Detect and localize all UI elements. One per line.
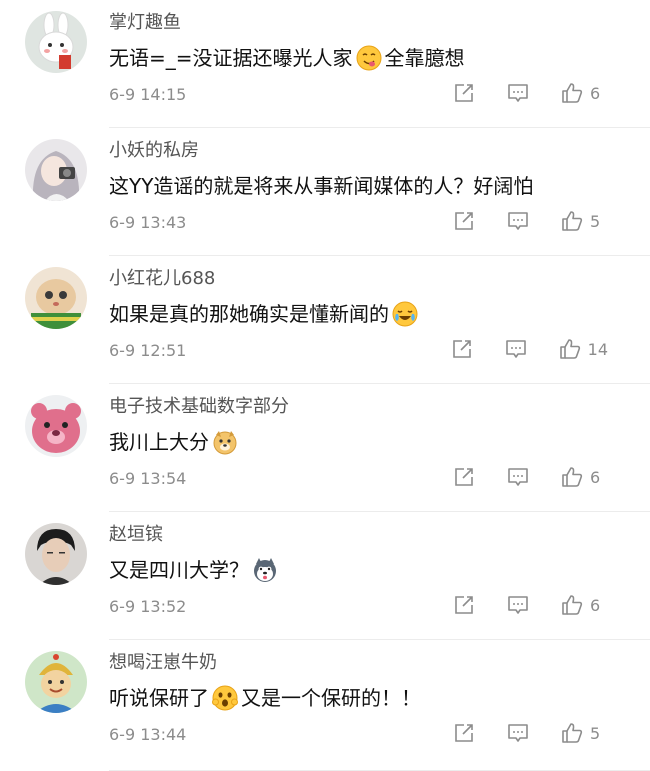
thumbs-up-icon	[562, 83, 583, 103]
commenter-name[interactable]: 小妖的私房	[109, 138, 199, 164]
reply-button[interactable]	[506, 209, 530, 233]
comment-actions: 5	[422, 721, 608, 745]
share-button[interactable]	[452, 81, 476, 105]
avatar[interactable]	[25, 139, 87, 201]
comment-item: 电子技术基础数字部分 我川上大分 6-9 13:54 6	[0, 384, 650, 512]
comment-icon	[508, 596, 528, 614]
comment-time: 6-9 13:52	[109, 597, 187, 616]
like-button[interactable]: 6	[560, 465, 608, 489]
comment-text: 听说保研了 又是一个保研的！！	[109, 683, 421, 713]
reply-button[interactable]	[506, 81, 530, 105]
yum-face-emoji	[356, 45, 382, 71]
husky-emoji	[252, 557, 278, 583]
comment-text-part: 全靠臆想	[384, 46, 465, 70]
like-button[interactable]: 6	[560, 81, 608, 105]
reply-button[interactable]	[506, 465, 530, 489]
commenter-name[interactable]: 赵垣镔	[109, 522, 163, 548]
comment-text-part: 又是一个保研的！！	[241, 686, 421, 710]
like-count: 6	[590, 83, 601, 103]
like-count: 6	[590, 595, 601, 615]
comment-text: 如果是真的那她确实是懂新闻的	[109, 299, 421, 329]
comment-actions: 6	[422, 593, 608, 617]
thumbs-up-icon	[562, 595, 583, 615]
comment-item: 赵垣镔 又是四川大学？ 6-9 13:52 6	[0, 512, 650, 640]
share-button[interactable]	[452, 593, 476, 617]
comment-actions: 5	[422, 209, 608, 233]
comment-icon	[508, 84, 528, 102]
comment-time: 6-9 13:54	[109, 469, 187, 488]
comment-time: 6-9 13:43	[109, 213, 187, 232]
comment-text-part: 这YY造谣的就是将来从事新闻媒体的人？好阔怕	[109, 174, 534, 198]
crying-laughing-emoji	[392, 301, 418, 327]
commenter-name[interactable]: 想喝汪崽牛奶	[109, 650, 217, 676]
comment-item: 小妖的私房 这YY造谣的就是将来从事新闻媒体的人？好阔怕 6-9 13:43 5	[0, 128, 650, 256]
like-button[interactable]: 5	[560, 721, 608, 745]
comment-text: 无语=_=没证据还曝光人家 全靠臆想	[109, 43, 465, 73]
share-button[interactable]	[452, 465, 476, 489]
share-icon	[452, 340, 471, 358]
share-icon	[455, 84, 473, 102]
comment-list: 掌灯趣鱼 无语=_=没证据还曝光人家 全靠臆想 6-9 14:15 6 小妖的私…	[0, 0, 650, 771]
thumbs-up-icon	[562, 467, 583, 487]
share-button[interactable]	[452, 209, 476, 233]
avatar[interactable]	[25, 523, 87, 585]
comment-text: 又是四川大学？	[109, 555, 281, 585]
comment-text: 这YY造谣的就是将来从事新闻媒体的人？好阔怕	[109, 171, 533, 201]
thumbs-up-icon	[562, 723, 583, 743]
share-button[interactable]	[450, 337, 474, 361]
like-count: 6	[590, 467, 601, 487]
commenter-name[interactable]: 小红花儿688	[109, 266, 215, 292]
share-icon	[455, 212, 473, 230]
comment-icon	[508, 212, 528, 230]
reply-button[interactable]	[506, 593, 530, 617]
thumbs-up-icon	[559, 339, 580, 359]
comment-text-part: 如果是真的那她确实是懂新闻的	[109, 302, 389, 326]
comment-text-part: 听说保研了	[109, 686, 209, 710]
share-icon	[455, 596, 473, 614]
avatar[interactable]	[25, 651, 87, 713]
share-button[interactable]	[452, 721, 476, 745]
reply-button[interactable]	[506, 721, 530, 745]
like-count: 5	[590, 723, 601, 743]
reply-button[interactable]	[504, 337, 528, 361]
like-button[interactable]: 6	[560, 593, 608, 617]
doge-emoji	[212, 429, 238, 455]
comment-item: 小红花儿688 如果是真的那她确实是懂新闻的 6-9 12:51 14	[0, 256, 650, 384]
share-icon	[455, 468, 473, 486]
comment-actions: 6	[422, 81, 608, 105]
commenter-name[interactable]: 电子技术基础数字部分	[109, 394, 289, 420]
comment-icon	[505, 340, 526, 358]
share-icon	[455, 724, 473, 742]
comment-text-part: 又是四川大学？	[109, 558, 249, 582]
avatar[interactable]	[25, 395, 87, 457]
comment-text-part: 我川上大分	[109, 430, 209, 454]
comment-text-part: 无语=_=没证据还曝光人家	[109, 46, 353, 70]
comment-time: 6-9 13:44	[109, 725, 187, 744]
comment-actions: 14	[420, 337, 608, 361]
like-button[interactable]: 14	[558, 337, 608, 361]
avatar[interactable]	[25, 267, 87, 329]
comment-actions: 6	[422, 465, 608, 489]
comment-time: 6-9 12:51	[109, 341, 187, 360]
comment-icon	[508, 724, 528, 742]
comment-text: 我川上大分	[109, 427, 241, 457]
comment-item: 想喝汪崽牛奶 听说保研了 又是一个保研的！！ 6-9 13:44 5	[0, 640, 650, 771]
like-count: 5	[590, 211, 601, 231]
comment-icon	[508, 468, 528, 486]
avatar[interactable]	[25, 11, 87, 73]
comment-item: 掌灯趣鱼 无语=_=没证据还曝光人家 全靠臆想 6-9 14:15 6	[0, 0, 650, 128]
commenter-name[interactable]: 掌灯趣鱼	[109, 10, 181, 36]
comment-time: 6-9 14:15	[109, 85, 187, 104]
like-count: 14	[587, 339, 608, 359]
shocked-face-emoji	[212, 685, 238, 711]
like-button[interactable]: 5	[560, 209, 608, 233]
thumbs-up-icon	[562, 211, 583, 231]
